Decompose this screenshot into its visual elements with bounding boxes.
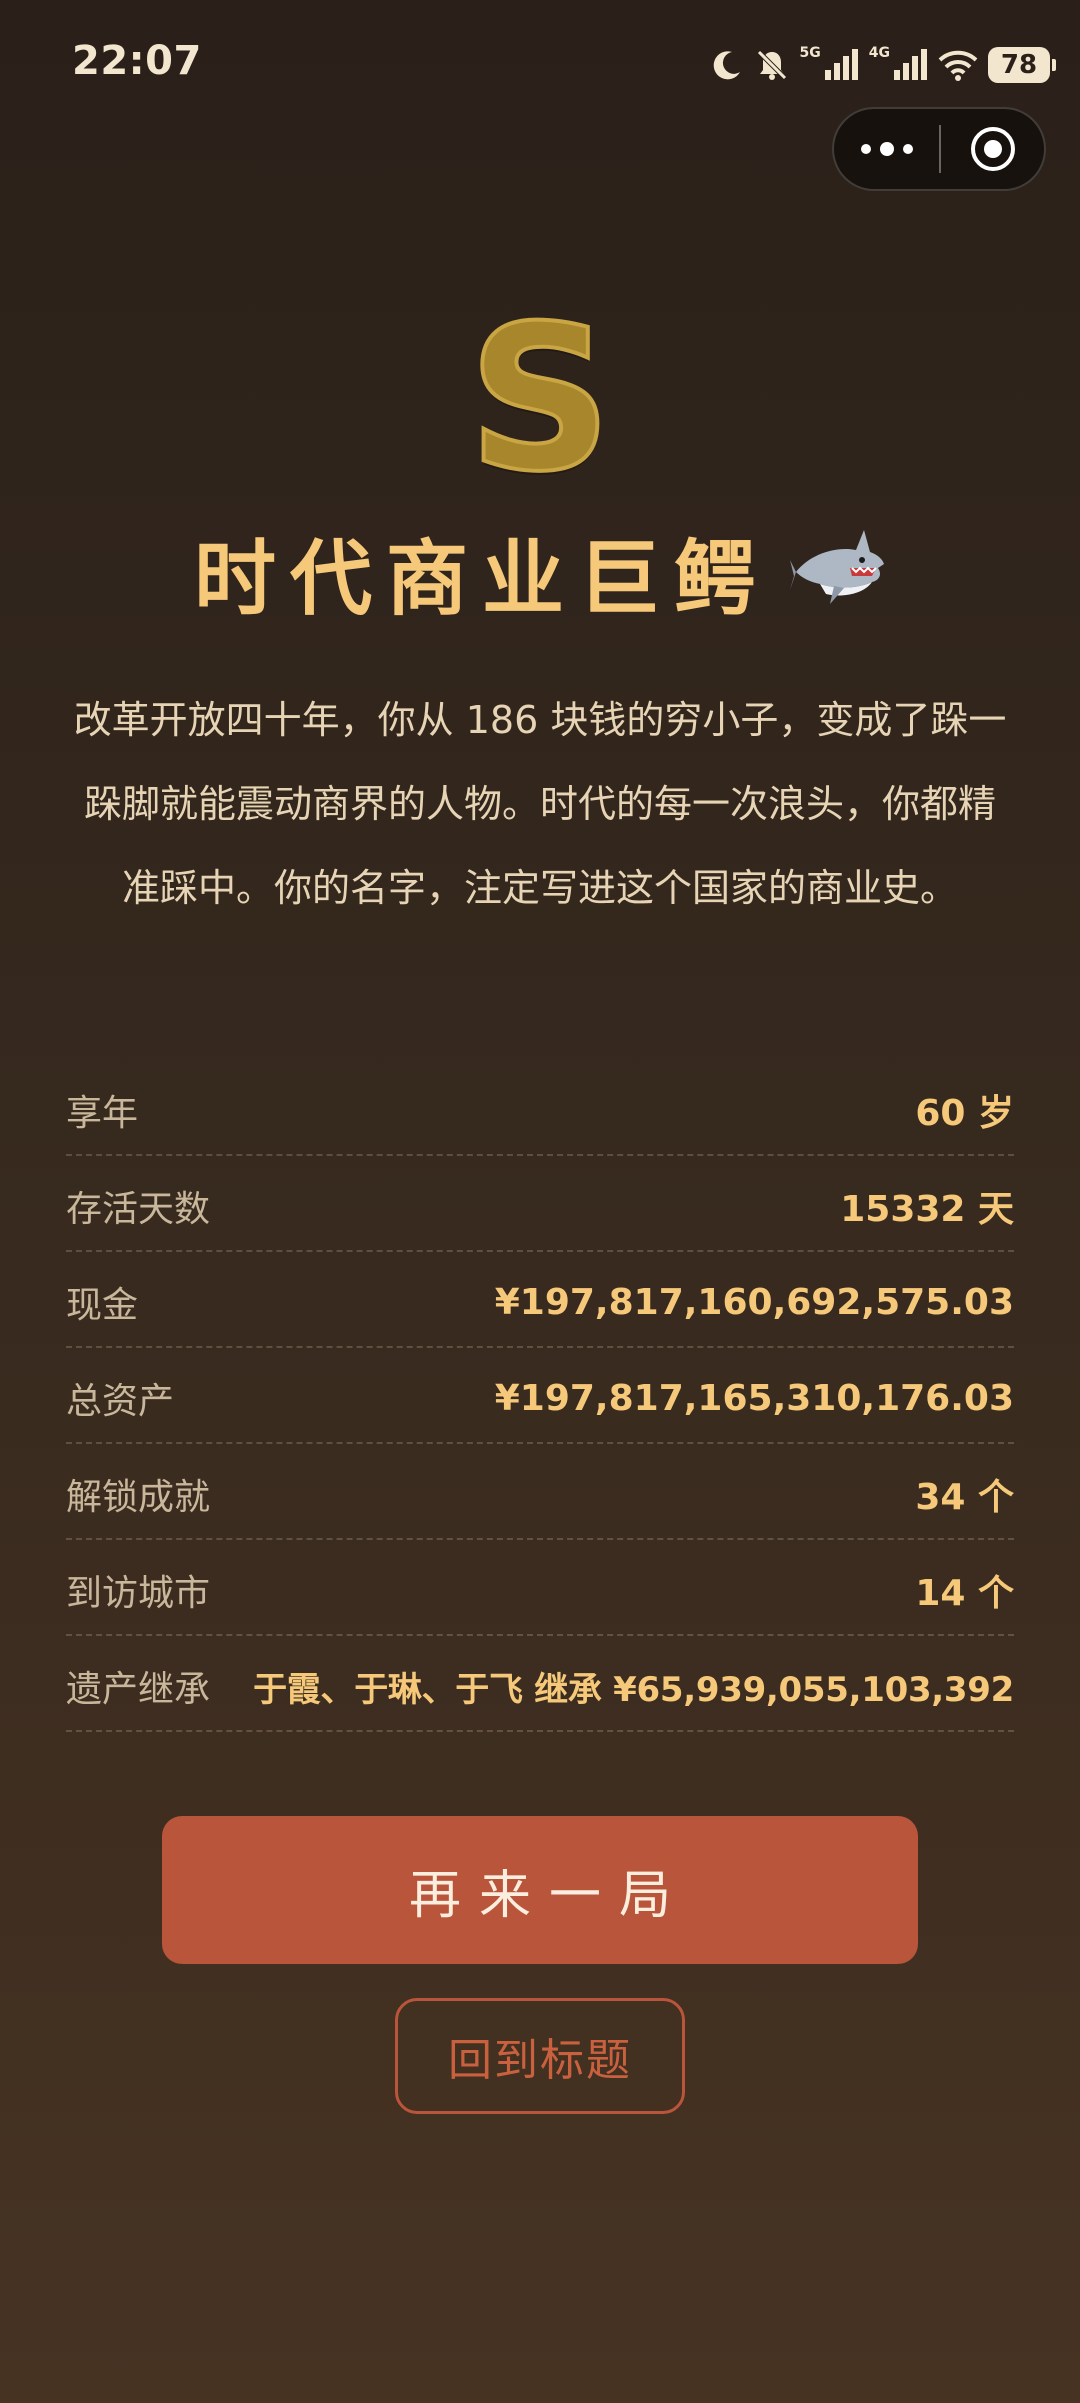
signal-icon bbox=[894, 49, 927, 80]
stat-row-achievements: 解锁成就 34 个 bbox=[66, 1444, 1014, 1540]
stat-label: 存活天数 bbox=[66, 1189, 211, 1230]
stat-value: 14 个 bbox=[915, 1573, 1014, 1614]
back-to-title-button[interactable]: 回到标题 bbox=[395, 1998, 685, 2114]
battery-indicator: 78 bbox=[988, 47, 1056, 83]
stat-label: 现金 bbox=[66, 1285, 139, 1326]
status-icons: 5G 4G 78 bbox=[710, 40, 1056, 90]
stat-row-cash: 现金 ¥197,817,160,692,575.03 bbox=[66, 1252, 1014, 1348]
ending-description: 改革开放四十年，你从 186 块钱的穷小子，变成了跺一跺脚就能震动商界的人物。时… bbox=[73, 698, 1007, 910]
stat-row-age: 享年 60 岁 bbox=[66, 1060, 1014, 1156]
network-4g-label: 4G bbox=[868, 45, 890, 61]
bell-muted-icon bbox=[756, 50, 787, 80]
stat-value: 15332 天 bbox=[840, 1189, 1014, 1230]
stat-label: 遗产继承 bbox=[66, 1669, 211, 1710]
rank-grade: S bbox=[466, 283, 614, 516]
stats-table: 享年 60 岁 存活天数 15332 天 现金 ¥197,817,160,692… bbox=[66, 1060, 1014, 1732]
play-again-button[interactable]: 再来一局 bbox=[162, 1816, 918, 1964]
wifi-icon bbox=[938, 50, 978, 81]
stat-row-cities: 到访城市 14 个 bbox=[66, 1540, 1014, 1636]
network-5g-label: 5G bbox=[799, 45, 821, 61]
shark-icon bbox=[790, 524, 886, 633]
ending-title-row: 时代商业巨鳄 bbox=[0, 530, 1080, 639]
stat-value: 于霞、于琳、于飞 继承 ¥65,939,055,103,392 bbox=[253, 1669, 1014, 1710]
stat-row-days: 存活天数 15332 天 bbox=[66, 1156, 1014, 1252]
ending-title: 时代商业巨鳄 bbox=[193, 532, 770, 627]
stat-row-inheritance: 遗产继承 于霞、于琳、于飞 继承 ¥65,939,055,103,392 bbox=[66, 1636, 1014, 1732]
target-close-icon[interactable] bbox=[941, 124, 1044, 174]
moon-icon bbox=[713, 51, 740, 80]
stat-label: 解锁成就 bbox=[66, 1477, 211, 1518]
stat-value: ¥197,817,165,310,176.03 bbox=[494, 1377, 1014, 1419]
stat-value: 60 岁 bbox=[915, 1093, 1014, 1134]
stat-row-total-assets: 总资产 ¥197,817,165,310,176.03 bbox=[66, 1348, 1014, 1444]
stat-label: 享年 bbox=[66, 1093, 139, 1134]
status-time: 22:07 bbox=[72, 38, 202, 84]
stat-value: 34 个 bbox=[915, 1477, 1014, 1518]
miniprogram-capsule bbox=[832, 107, 1046, 191]
stat-label: 到访城市 bbox=[66, 1573, 211, 1614]
signal-icon bbox=[824, 49, 858, 80]
stat-label: 总资产 bbox=[66, 1381, 175, 1422]
stat-value: ¥197,817,160,692,575.03 bbox=[494, 1281, 1014, 1323]
more-dots-icon[interactable] bbox=[834, 109, 939, 189]
